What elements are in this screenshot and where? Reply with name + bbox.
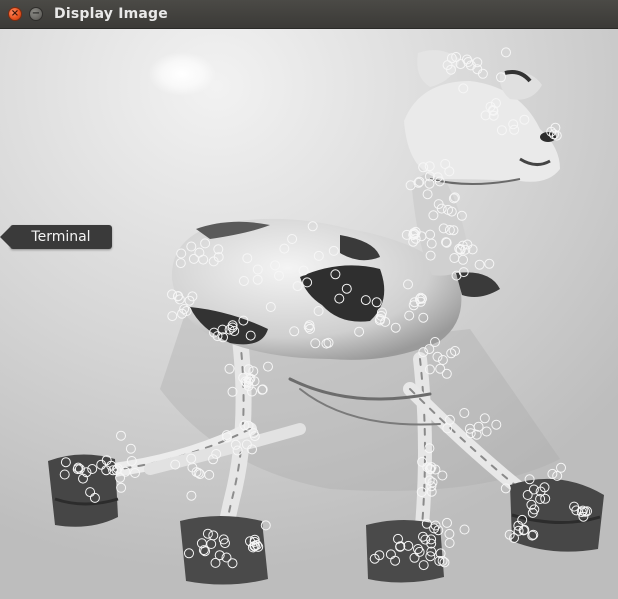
- cow-toy-image: [0, 29, 618, 599]
- image-canvas: Terminal: [0, 29, 618, 599]
- minimize-button[interactable]: −: [29, 7, 43, 21]
- minimize-icon: −: [31, 8, 41, 19]
- light-glare: [148, 52, 216, 96]
- terminal-tooltip: Terminal: [0, 225, 112, 249]
- window-titlebar[interactable]: × − Display Image: [0, 0, 618, 29]
- window-title: Display Image: [54, 6, 168, 22]
- close-icon: ×: [10, 8, 20, 19]
- display-image-window: × − Display Image Terminal: [0, 0, 618, 599]
- close-button[interactable]: ×: [8, 7, 22, 21]
